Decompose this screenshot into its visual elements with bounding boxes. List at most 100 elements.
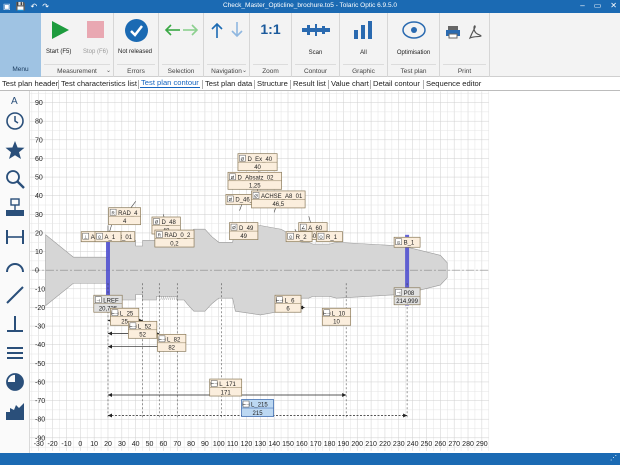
all-button[interactable]: All: [340, 50, 387, 56]
x-tick-label: 200: [351, 441, 363, 448]
label-value: 46,5: [272, 202, 284, 208]
scan-button[interactable]: Scan: [292, 50, 339, 56]
x-tick-label: 60: [159, 441, 167, 448]
dimension-label[interactable]: ⊙ B_1: [393, 236, 421, 248]
contour-drawing[interactable]: RRAD_44⊥ACHSE_A8_01⊙A_1ØD_4848RRAD_0_20,…: [30, 91, 620, 453]
errors-group: Not released Errors: [114, 13, 159, 77]
x-tick-label: 20: [104, 441, 112, 448]
clock-icon[interactable]: [4, 110, 26, 132]
text-icon[interactable]: A: [4, 93, 26, 107]
label-value: 10: [333, 320, 340, 326]
tab-test-characteristics-list[interactable]: Test characteristics list: [61, 79, 137, 88]
arrow-left-icon[interactable]: [163, 23, 181, 37]
label-symbol-text: ∠: [301, 225, 305, 230]
svg-text:A: A: [11, 96, 18, 107]
check-circle-icon: [125, 19, 148, 42]
arrow-up-icon[interactable]: [210, 21, 224, 39]
window-title-bar: ▣ 💾 ↶ ↷ Check_Master_Opticline_brochure.…: [0, 0, 620, 13]
dimension-label[interactable]: ⊙ R_1: [316, 231, 343, 243]
profile-icon[interactable]: [4, 400, 26, 422]
y-tick-label: -70: [35, 398, 45, 405]
arrow-down-icon[interactable]: [230, 21, 244, 39]
x-tick-label: 230: [393, 441, 405, 448]
dimension-label[interactable]: ⊢⊣ L_215215: [241, 399, 274, 417]
x-tick-label: 160: [296, 441, 308, 448]
optimisation-button[interactable]: Optimisation: [388, 50, 439, 56]
dimension-label[interactable]: ⊣ P08214,999: [393, 287, 421, 306]
menu-button[interactable]: Menu: [0, 13, 41, 77]
selection-group-label: Selection: [167, 68, 195, 75]
dimension-label[interactable]: R RAD_44: [108, 207, 141, 226]
y-tick-label: 0: [35, 268, 39, 275]
x-tick-label: 100: [213, 441, 225, 448]
dimension-label[interactable]: ⊢⊣ L_8282: [157, 333, 187, 352]
printer-icon[interactable]: [445, 25, 461, 39]
stop-button[interactable]: Stop (F6): [83, 49, 108, 55]
y-tick-label: -30: [35, 324, 45, 331]
dimension-label[interactable]: Ø D_Ex_4040: [237, 153, 278, 172]
close-icon[interactable]: ✕: [610, 1, 617, 10]
label-symbol-text: Ø: [241, 156, 245, 161]
tab-result-list[interactable]: Result list: [293, 79, 326, 88]
minimize-icon[interactable]: –: [580, 1, 584, 10]
dimension-label[interactable]: R RAD_0_20,2: [154, 229, 195, 248]
tab-test-plan-header[interactable]: Test plan header: [2, 79, 58, 88]
dimension-label[interactable]: ⊢⊣ L_66: [274, 294, 302, 313]
label-symbol-text: ⊙: [319, 234, 323, 239]
contour-canvas[interactable]: RRAD_44⊥ACHSE_A8_01⊙A_1ØD_4848RRAD_0_20,…: [30, 91, 620, 453]
dimension-label[interactable]: ⊙ A_1: [94, 231, 122, 243]
arrow-right-icon[interactable]: [182, 23, 200, 37]
arrow-head: [107, 392, 112, 397]
dimension-label[interactable]: Ø D_4949: [229, 222, 259, 240]
dimension-label[interactable]: Ø D_Absatz_021,25: [227, 171, 282, 190]
y-tick-label: 30: [35, 212, 43, 219]
distance-icon[interactable]: [4, 226, 26, 248]
x-tick-label: 210: [365, 441, 377, 448]
y-tick-label: 40: [35, 193, 43, 200]
navigation-group: Navigation ⌄: [204, 13, 250, 77]
half-circle-icon[interactable]: [4, 371, 26, 393]
dimension-label[interactable]: ⊢⊣ L_1010: [321, 307, 352, 326]
arc-icon[interactable]: [4, 255, 26, 277]
start-button[interactable]: Start (F5): [46, 49, 71, 55]
tab-detail-contour[interactable]: Detail contour: [373, 79, 420, 88]
x-tick-label: 190: [338, 441, 350, 448]
tab-sequence-editor[interactable]: Sequence editor: [426, 79, 481, 88]
zoom-ratio-button[interactable]: 1:1: [250, 21, 291, 37]
y-tick-label: -50: [35, 361, 45, 368]
not-released-button[interactable]: Not released: [118, 49, 152, 55]
parallel-icon[interactable]: [4, 342, 26, 364]
dimension-label[interactable]: ⊢⊣ L_171171: [209, 378, 243, 397]
label-symbol-text: ⊣: [96, 298, 100, 303]
label-symbol-text: ⊥: [84, 234, 88, 239]
label-symbol-text: ⊢⊣: [323, 310, 331, 316]
test-plan-group-label: Test plan: [400, 68, 427, 75]
dimension-label[interactable]: ⊙ R_2: [285, 231, 313, 243]
perpendicular-icon[interactable]: [4, 313, 26, 335]
tab-value-chart[interactable]: Value chart: [331, 79, 369, 88]
x-tick-label: 80: [187, 441, 195, 448]
window-title: Check_Master_Opticline_brochure.to5 - To…: [222, 2, 398, 9]
pdf-icon[interactable]: [467, 24, 483, 40]
maximize-icon[interactable]: ▭: [594, 1, 602, 10]
chart-icon: [354, 21, 372, 39]
expand-icon[interactable]: ⌄: [242, 67, 247, 74]
measurement-group: Start (F5) Stop (F6) Measurement ⌄: [41, 13, 114, 77]
stop-icon: [87, 21, 104, 38]
expand-icon[interactable]: ⌄: [106, 67, 111, 74]
tab-test-plan-data[interactable]: Test plan data: [205, 79, 252, 88]
datum-icon[interactable]: [4, 197, 26, 219]
label-value: 49: [240, 234, 247, 240]
dimension-label[interactable]: Ø ACHSE_A8_0146,5: [251, 190, 306, 209]
dimension-label[interactable]: ⊢⊣ L_5252: [128, 320, 158, 339]
line-icon[interactable]: [4, 284, 26, 306]
x-tick-label: 290: [476, 441, 488, 448]
graphic-group: All Graphic: [340, 13, 388, 77]
tab-test-plan-contour[interactable]: Test plan contour: [140, 78, 200, 88]
arrow-head: [107, 413, 112, 418]
tab-structure[interactable]: Structure: [257, 79, 288, 88]
label-symbol-text: Ø: [155, 220, 159, 225]
y-tick-label: 60: [35, 156, 43, 163]
star-icon[interactable]: [4, 139, 26, 161]
search-icon[interactable]: [4, 168, 26, 190]
